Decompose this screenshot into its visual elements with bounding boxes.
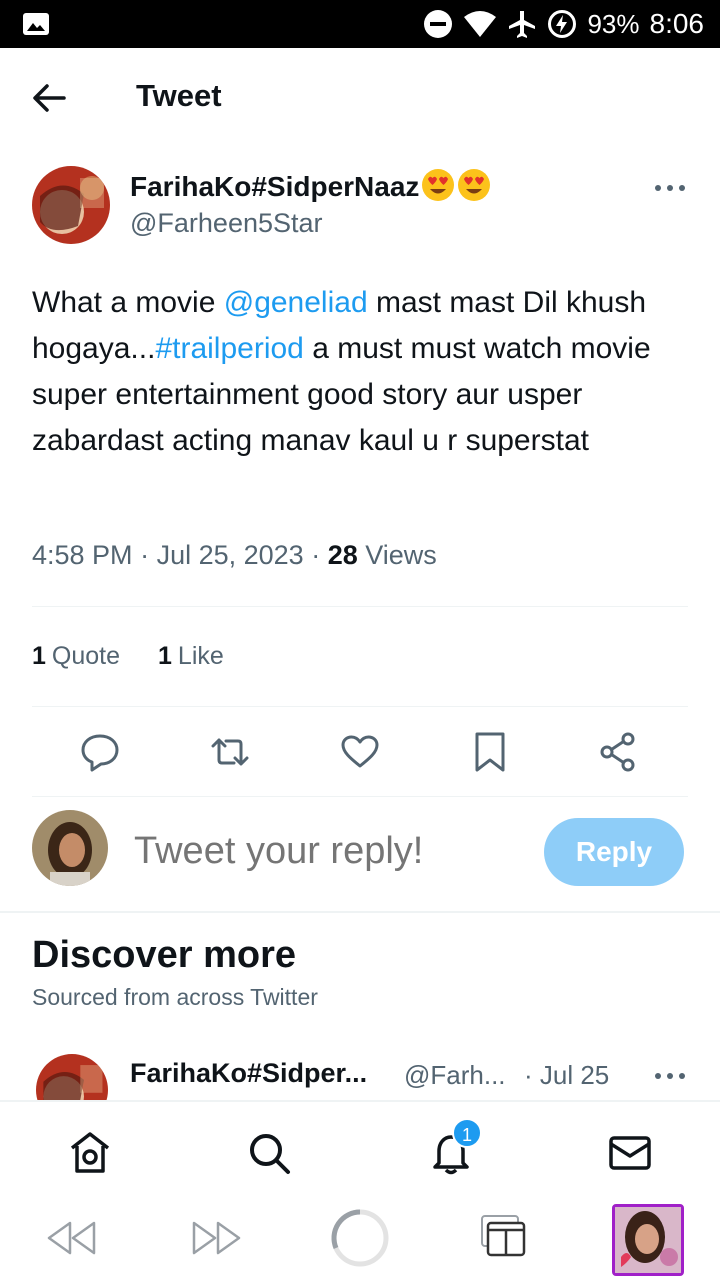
bottom-navigation: 1 — [0, 1100, 720, 1196]
discover-author-handle[interactable]: @Farh... — [404, 1060, 506, 1091]
quotes-stat[interactable]: 1 Quote — [32, 642, 120, 671]
share-icon[interactable] — [598, 730, 638, 774]
retweet-icon[interactable] — [210, 730, 250, 774]
do-not-disturb-icon — [424, 10, 453, 38]
discover-subtitle: Sourced from across Twitter — [32, 984, 318, 1010]
home-circle-icon[interactable] — [330, 1208, 390, 1268]
tweet-meta: 4:58 PM · Jul 25, 2023 · 28 Views — [32, 540, 437, 570]
likes-stat[interactable]: 1 Like — [158, 642, 224, 671]
more-options-icon[interactable] — [652, 178, 688, 198]
hashtag-link[interactable]: #trailperiod — [155, 332, 303, 365]
mention-link[interactable]: @geneliad — [224, 286, 368, 319]
reply-input[interactable] — [134, 826, 514, 876]
discover-tweet-time[interactable]: · Jul 25 — [524, 1060, 609, 1091]
home-icon[interactable] — [67, 1130, 113, 1176]
author-display-name[interactable]: FarihaKo#SidperNaaz — [130, 168, 491, 203]
like-heart-icon[interactable] — [340, 730, 380, 774]
search-icon[interactable] — [246, 1130, 292, 1176]
notifications-badge: 1 — [452, 1118, 482, 1148]
author-handle[interactable]: @Farheen5Star — [130, 208, 323, 239]
likes-label: Like — [177, 642, 224, 670]
airplane-mode-icon — [509, 11, 536, 38]
divider — [32, 606, 688, 607]
gallery-icon — [23, 13, 49, 35]
reply-icon[interactable] — [80, 730, 120, 774]
app-shortcut-avatar[interactable] — [612, 1204, 684, 1276]
quotes-label: Quote — [51, 642, 121, 670]
more-options-icon[interactable] — [652, 1066, 688, 1086]
battery-saver-icon — [548, 10, 577, 38]
author-name-text: FarihaKo#SidperNaaz — [130, 171, 420, 202]
views-count: 28 — [327, 540, 358, 570]
quotes-count: 1 — [32, 642, 46, 670]
tweet-actions — [0, 730, 720, 776]
top-header: Tweet — [0, 48, 720, 146]
discover-author-name[interactable]: FarihaKo#Sidper... — [130, 1058, 367, 1089]
divider — [32, 796, 688, 797]
likes-count: 1 — [158, 642, 172, 670]
views-label: Views — [365, 540, 437, 570]
page-title: Tweet — [136, 78, 222, 113]
battery-level: 93% — [587, 8, 640, 39]
back-arrow-icon[interactable] — [30, 80, 70, 116]
tweet-text: What a movie @geneliad mast mast Dil khu… — [32, 280, 692, 464]
reply-button[interactable]: Reply — [544, 818, 684, 886]
clock: 8:06 — [649, 8, 705, 39]
author-avatar[interactable] — [32, 166, 110, 244]
divider — [32, 706, 688, 707]
bookmark-icon[interactable] — [470, 730, 510, 774]
wifi-icon — [464, 11, 497, 37]
rewind-icon[interactable] — [46, 1220, 98, 1256]
messages-mail-icon[interactable] — [607, 1130, 653, 1176]
discover-title: Discover more — [32, 934, 297, 976]
tweet-date[interactable]: Jul 25, 2023 — [157, 540, 304, 570]
tweet-time[interactable]: 4:58 PM — [32, 540, 133, 570]
my-avatar[interactable] — [32, 810, 108, 886]
heart-eyes-emoji-icon — [458, 169, 491, 201]
heart-eyes-emoji-icon — [422, 169, 455, 201]
system-navigation-bar — [0, 1196, 720, 1280]
tweet-text-part: What a movie — [32, 286, 224, 319]
tweet-stats: 1 Quote 1 Like — [32, 642, 224, 671]
section-divider — [0, 911, 720, 913]
recent-apps-icon[interactable] — [480, 1214, 528, 1258]
status-bar: 93% 8:06 — [0, 0, 720, 48]
fast-forward-icon[interactable] — [190, 1220, 242, 1256]
